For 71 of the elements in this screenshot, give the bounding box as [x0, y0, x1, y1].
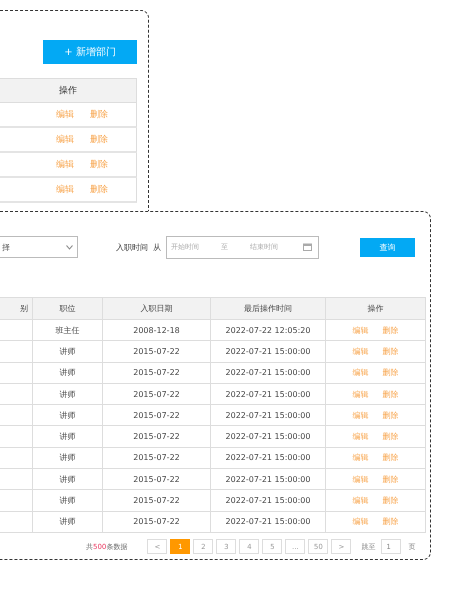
delete-link[interactable]: 删除 — [382, 388, 398, 400]
column-header: 职位 — [33, 298, 103, 319]
table-cell: 2022-07-21 15:00:00 — [211, 405, 326, 426]
edit-link[interactable]: 编辑 — [352, 410, 368, 421]
edit-link[interactable]: 编辑 — [352, 324, 368, 336]
delete-link[interactable]: 删除 — [90, 108, 108, 121]
table-cell: 2022-07-21 15:00:00 — [211, 341, 326, 362]
delete-link[interactable]: 删除 — [382, 495, 398, 506]
column-header: 操作 — [59, 84, 77, 97]
edit-link[interactable]: 编辑 — [352, 452, 368, 464]
table-cell: 讲师 — [33, 405, 103, 426]
table-cell: 2015-07-22 — [103, 341, 211, 362]
table-cell: 班主任 — [33, 320, 103, 340]
delete-link[interactable]: 删除 — [382, 516, 398, 528]
edit-link[interactable]: 编辑 — [56, 183, 74, 196]
table-cell: 2022-07-22 12:05:20 — [211, 320, 326, 340]
edit-link[interactable]: 编辑 — [56, 158, 74, 171]
edit-link[interactable]: 编辑 — [352, 474, 368, 485]
table-cell: 2022-07-21 15:00:00 — [211, 426, 326, 447]
table-cell: 讲师 — [33, 469, 103, 490]
delete-link[interactable]: 删除 — [90, 183, 108, 196]
table-cell: 2022-07-21 15:00:00 — [211, 490, 326, 511]
edit-link[interactable]: 编辑 — [352, 495, 368, 506]
hire-date-label: 入职时间 从 — [116, 242, 162, 252]
edit-link[interactable]: 编辑 — [352, 346, 368, 357]
edit-link[interactable]: 编辑 — [352, 367, 368, 378]
edit-link[interactable]: 编辑 — [56, 108, 74, 121]
edit-link[interactable]: 编辑 — [352, 516, 368, 528]
table-cell: 2015-07-22 — [103, 512, 211, 532]
add-department-button[interactable]: + 新增部门 — [43, 40, 137, 64]
table-cell: 2015-07-22 — [103, 469, 211, 490]
column-header: 别 — [0, 298, 33, 319]
column-header: 入职日期 — [103, 298, 211, 319]
table-cell: 讲师 — [33, 384, 103, 404]
delete-link[interactable]: 删除 — [382, 410, 398, 421]
table-cell: 2015-07-22 — [103, 405, 211, 426]
table-cell: 2022-07-21 15:00:00 — [211, 469, 326, 490]
table-cell: 2022-07-21 15:00:00 — [211, 362, 326, 383]
table-cell: 2008-12-18 — [103, 320, 211, 340]
delete-link[interactable]: 删除 — [90, 133, 108, 146]
delete-link[interactable]: 删除 — [382, 431, 398, 442]
query-button[interactable]: 查询 — [360, 238, 416, 256]
delete-link[interactable]: 删除 — [382, 367, 398, 378]
table-cell: 2015-07-22 — [103, 448, 211, 468]
table-cell: 2015-07-22 — [103, 362, 211, 383]
table-cell: 2022-07-21 15:00:00 — [211, 448, 326, 468]
edit-link[interactable]: 编辑 — [352, 388, 368, 400]
delete-link[interactable]: 删除 — [382, 474, 398, 485]
delete-link[interactable]: 删除 — [382, 346, 398, 357]
column-header: 最后操作时间 — [211, 298, 326, 319]
select-field[interactable]: 择 — [0, 236, 78, 258]
table-cell: 讲师 — [33, 512, 103, 532]
column-header: 操作 — [326, 298, 426, 319]
delete-link[interactable]: 删除 — [382, 452, 398, 464]
table-cell: 讲师 — [33, 341, 103, 362]
edit-link[interactable]: 编辑 — [352, 431, 368, 442]
table-cell: 2015-07-22 — [103, 426, 211, 447]
select-value: 择 — [2, 242, 10, 252]
table-cell: 2015-07-22 — [103, 490, 211, 511]
table-cell: 讲师 — [33, 448, 103, 468]
delete-link[interactable]: 删除 — [90, 158, 108, 171]
table-cell: 讲师 — [33, 490, 103, 511]
calendar-icon — [303, 243, 312, 251]
table-cell: 2022-07-21 15:00:00 — [211, 384, 326, 404]
table-cell: 2015-07-22 — [103, 384, 211, 404]
chevron-down-icon — [66, 244, 73, 250]
table-cell: 讲师 — [33, 426, 103, 447]
delete-link[interactable]: 删除 — [382, 324, 398, 336]
table-cell: 讲师 — [33, 362, 103, 383]
table-cell: 2022-07-21 15:00:00 — [211, 512, 326, 532]
edit-link[interactable]: 编辑 — [56, 133, 74, 146]
